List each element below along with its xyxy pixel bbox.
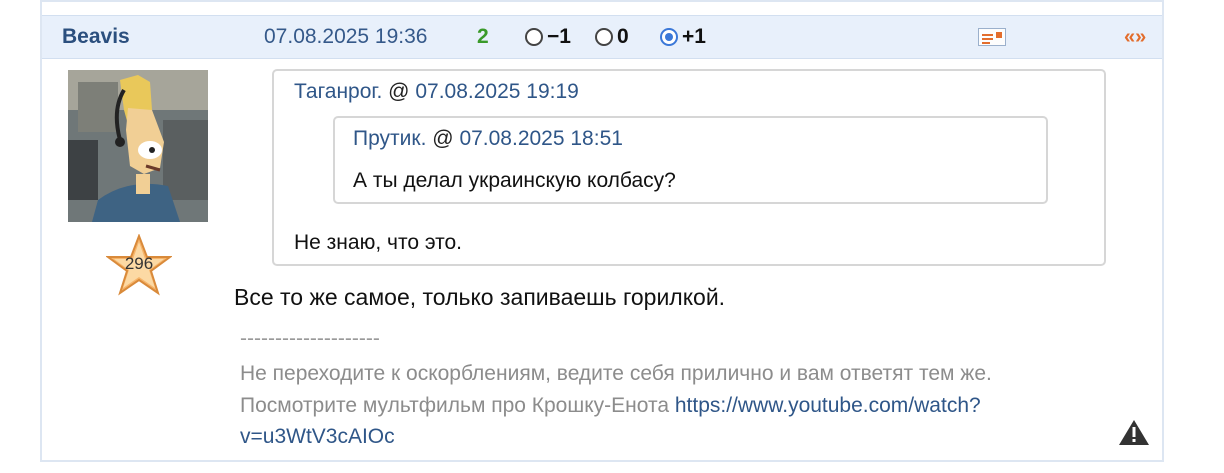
avatar-image bbox=[68, 70, 208, 222]
signature-link-part-2[interactable]: v=u3WtV3cAIOc bbox=[240, 425, 395, 448]
quote-inner-header: Прутик. @ 07.08.2025 18:51 bbox=[353, 127, 623, 151]
signature-divider: -------------------- bbox=[240, 327, 380, 350]
user-rating: 296 bbox=[124, 254, 154, 273]
signature-line-2-text: Посмотрите мультфильм про Крошку-Енота bbox=[240, 394, 675, 417]
quote-outer-datetime[interactable]: 07.08.2025 19:19 bbox=[415, 80, 579, 103]
quote-inner-text: А ты делал украинскую колбасу? bbox=[353, 169, 676, 192]
signature-link-part-1[interactable]: https://www.youtube.com/watch? bbox=[675, 394, 981, 417]
warning-icon[interactable] bbox=[1118, 418, 1150, 446]
forum-post: Beavis 07.08.2025 19:36 2 −1 0 +1 «» 296… bbox=[40, 0, 1164, 462]
post-author[interactable]: Beavis bbox=[62, 16, 130, 58]
message-icon[interactable] bbox=[978, 28, 1006, 46]
vote-plus-one-label: +1 bbox=[682, 25, 706, 48]
quote-inner-at: @ bbox=[432, 127, 454, 150]
quote-button[interactable]: «» bbox=[1124, 16, 1146, 58]
avatar[interactable] bbox=[68, 70, 208, 222]
quote-outer-text: Не знаю, что это. bbox=[294, 231, 462, 254]
signature-line-2: Посмотрите мультфильм про Крошку-Енота h… bbox=[240, 394, 981, 418]
vote-zero[interactable]: 0 bbox=[595, 25, 629, 48]
vote-zero-label: 0 bbox=[617, 25, 629, 48]
quote-outer: Таганрог. @ 07.08.2025 19:19 Прутик. @ 0… bbox=[272, 69, 1106, 266]
post-body: Все то же самое, только запиваешь горилк… bbox=[234, 284, 726, 310]
signature-line-1: Не переходите к оскорблениям, ведите себ… bbox=[240, 362, 992, 385]
post-score: 2 bbox=[477, 25, 489, 48]
post-top-border bbox=[42, 0, 1162, 2]
vote-minus-one-radio[interactable] bbox=[525, 28, 543, 46]
quote-outer-at: @ bbox=[388, 80, 410, 103]
quote-inner-datetime[interactable]: 07.08.2025 18:51 bbox=[459, 127, 623, 150]
post-header: Beavis 07.08.2025 19:36 2 −1 0 +1 «» bbox=[42, 15, 1162, 59]
quote-outer-author[interactable]: Таганрог. bbox=[294, 80, 382, 103]
signature-line-3: v=u3WtV3cAIOc bbox=[240, 425, 395, 449]
vote-plus-one[interactable]: +1 bbox=[660, 25, 706, 48]
vote-minus-one-label: −1 bbox=[547, 25, 571, 48]
post-datetime[interactable]: 07.08.2025 19:36 bbox=[264, 16, 428, 58]
vote-plus-one-radio[interactable] bbox=[660, 28, 678, 46]
quote-inner-author[interactable]: Прутик. bbox=[353, 127, 426, 150]
vote-minus-one[interactable]: −1 bbox=[525, 25, 571, 48]
quote-inner: Прутик. @ 07.08.2025 18:51 А ты делал ук… bbox=[333, 116, 1048, 204]
quote-outer-header: Таганрог. @ 07.08.2025 19:19 bbox=[294, 80, 579, 104]
vote-zero-radio[interactable] bbox=[595, 28, 613, 46]
